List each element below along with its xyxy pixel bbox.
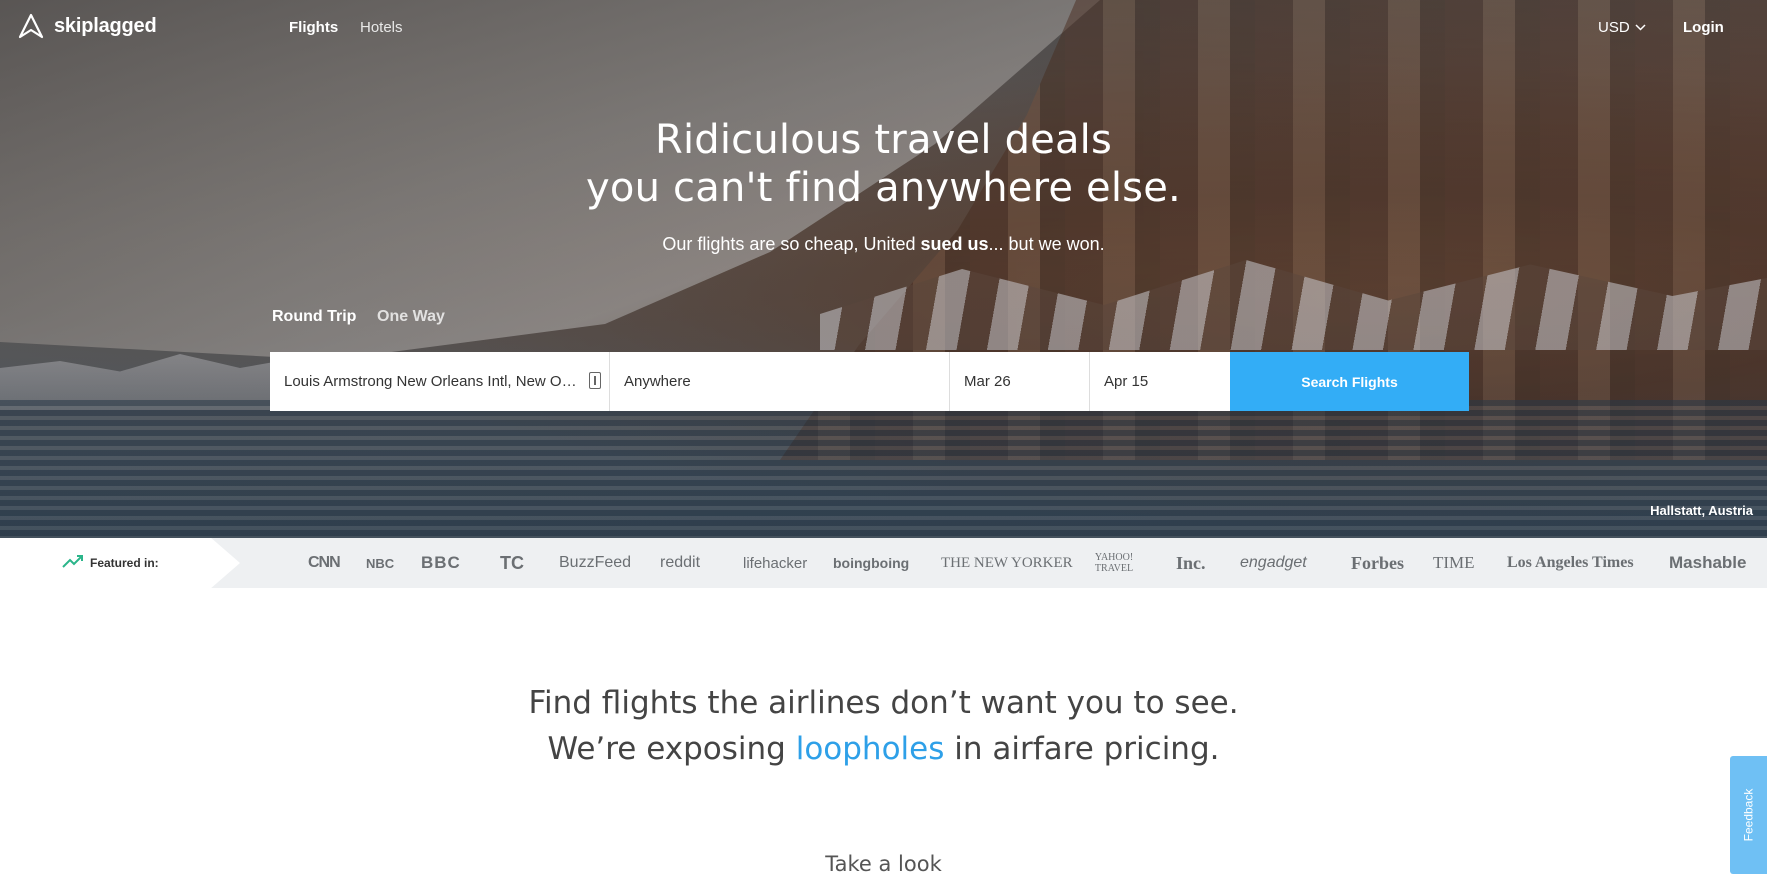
press-time: TIME bbox=[1433, 553, 1475, 572]
hero-subhead: Our flights are so cheap, United sued us… bbox=[0, 234, 1767, 255]
tab-round-trip[interactable]: Round Trip bbox=[272, 308, 356, 326]
press-lifehacker: lifehacker bbox=[743, 554, 808, 572]
subhead-bold: sued us bbox=[920, 234, 989, 254]
nav-hotels[interactable]: Hotels bbox=[360, 19, 403, 36]
nav-flights[interactable]: Flights bbox=[289, 19, 338, 36]
featured-in-strip: Featured in: CNN NBC BBC TC BuzzFeed red… bbox=[0, 538, 1767, 588]
logo[interactable]: skiplagged bbox=[18, 13, 157, 39]
feedback-tab[interactable]: Feedback bbox=[1730, 756, 1767, 874]
chevron-down-icon bbox=[1635, 24, 1646, 31]
hero-background bbox=[0, 0, 1767, 538]
tagline-text-before: We’re exposing bbox=[547, 731, 796, 767]
subhead-text-before: Our flights are so cheap, United bbox=[662, 234, 921, 254]
press-cnn: CNN bbox=[308, 554, 341, 571]
featured-label: Featured in: bbox=[0, 538, 240, 588]
flight-search-bar: Louis Armstrong New Orleans Intl, New Or… bbox=[270, 352, 1469, 411]
hero-headline: Ridiculous travel deals you can't find a… bbox=[0, 116, 1767, 212]
destination-value: Anywhere bbox=[624, 373, 691, 390]
feedback-label: Feedback bbox=[1741, 788, 1756, 842]
trending-up-icon bbox=[62, 555, 83, 568]
hero-water bbox=[0, 400, 1767, 538]
subhead-text-after: ... but we won. bbox=[988, 234, 1105, 254]
headline-line-1: Ridiculous travel deals bbox=[654, 117, 1113, 163]
tab-one-way[interactable]: One Way bbox=[377, 308, 445, 326]
search-flights-button[interactable]: Search Flights bbox=[1230, 352, 1469, 411]
loopholes-highlight: loopholes bbox=[795, 731, 945, 767]
press-yahoo-travel: YAHOO! TRAVEL bbox=[1094, 552, 1134, 574]
headline-line-2: you can't find anywhere else. bbox=[586, 165, 1181, 211]
press-nbc: NBC bbox=[366, 555, 395, 571]
login-link[interactable]: Login bbox=[1683, 19, 1724, 36]
press-la-times: Los Angeles Times bbox=[1507, 554, 1634, 571]
featured-label-text: Featured in: bbox=[90, 556, 159, 570]
return-date-value: Apr 15 bbox=[1104, 373, 1149, 390]
currency-label: USD bbox=[1598, 19, 1630, 36]
origin-value: Louis Armstrong New Orleans Intl, New Or… bbox=[284, 373, 579, 390]
brand-name: skiplagged bbox=[54, 14, 157, 37]
top-nav: skiplagged Flights Hotels USD Login bbox=[0, 0, 1767, 56]
logo-icon bbox=[18, 13, 44, 39]
destination-field[interactable]: Anywhere bbox=[610, 352, 950, 411]
currency-selector[interactable]: USD bbox=[1598, 19, 1646, 36]
tagline-line-1: Find flights the airlines don’t want you… bbox=[528, 685, 1239, 721]
press-reddit: reddit bbox=[660, 554, 701, 571]
press-forbes: Forbes bbox=[1351, 552, 1404, 573]
press-inc: Inc. bbox=[1176, 552, 1206, 573]
return-date-field[interactable]: Apr 15 bbox=[1090, 352, 1230, 411]
press-tc: TC bbox=[500, 552, 524, 573]
swap-icon[interactable] bbox=[589, 372, 601, 389]
tagline: Find flights the airlines don’t want you… bbox=[0, 680, 1767, 772]
photo-location: Hallstatt, Austria bbox=[1650, 503, 1753, 518]
depart-date-value: Mar 26 bbox=[964, 373, 1011, 390]
press-new-yorker: THE NEW YORKER bbox=[941, 554, 1073, 571]
depart-date-field[interactable]: Mar 26 bbox=[950, 352, 1090, 411]
press-boingboing: boingboing bbox=[833, 555, 910, 571]
press-buzzfeed: BuzzFeed bbox=[559, 554, 632, 571]
tagline-text-after: in airfare pricing. bbox=[944, 731, 1220, 767]
tagline-line-2: We’re exposing loopholes in airfare pric… bbox=[0, 726, 1767, 772]
press-engadget: engadget bbox=[1240, 554, 1307, 571]
press-mashable: Mashable bbox=[1669, 553, 1747, 572]
take-a-look-heading: Take a look bbox=[825, 852, 942, 876]
press-bbc: BBC bbox=[421, 553, 461, 572]
origin-field[interactable]: Louis Armstrong New Orleans Intl, New Or… bbox=[270, 352, 610, 411]
